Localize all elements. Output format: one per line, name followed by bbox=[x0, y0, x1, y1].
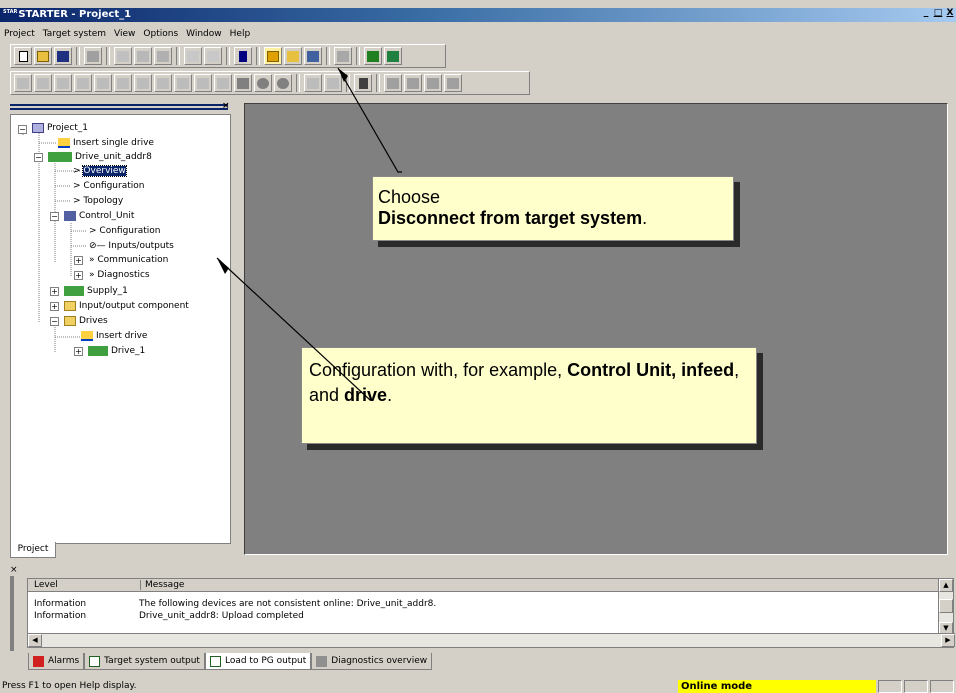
online-mode-indicator: Online mode bbox=[678, 680, 876, 693]
arrow-configuration bbox=[216, 257, 372, 401]
tab-target-system-output[interactable]: Target system output bbox=[84, 653, 205, 670]
status-bar: Press F1 to open Help display. Online mo… bbox=[0, 680, 956, 693]
output-window: Level Message Information The following … bbox=[27, 578, 955, 648]
output-grip[interactable] bbox=[10, 576, 14, 651]
status-cell bbox=[904, 680, 928, 693]
tab-load-to-pg-output[interactable]: Load to PG output bbox=[204, 653, 312, 670]
scroll-left-icon[interactable]: ◀ bbox=[28, 634, 42, 647]
column-level[interactable]: Level bbox=[34, 580, 58, 590]
status-cell bbox=[930, 680, 954, 693]
column-message[interactable]: Message bbox=[140, 580, 184, 590]
arrow-disconnect bbox=[337, 67, 402, 173]
scroll-up-icon[interactable]: ▲ bbox=[939, 579, 953, 592]
output-tabs: Alarms Target system output Load to PG o… bbox=[28, 653, 433, 670]
output-row[interactable]: Information Drive_unit_addr8: Upload com… bbox=[34, 611, 304, 621]
status-help-text: Press F1 to open Help display. bbox=[2, 681, 137, 691]
scroll-thumb[interactable] bbox=[939, 599, 953, 613]
table-icon bbox=[209, 655, 221, 667]
tab-alarms[interactable]: Alarms bbox=[28, 653, 85, 670]
alarm-icon bbox=[33, 655, 44, 667]
output-header: Level Message bbox=[28, 579, 938, 592]
diagnostics-icon bbox=[316, 655, 328, 667]
horizontal-scrollbar[interactable]: ◀ ▶ bbox=[28, 633, 955, 647]
tab-diagnostics-overview[interactable]: Diagnostics overview bbox=[311, 653, 433, 670]
arrowhead-icon bbox=[338, 68, 348, 82]
output-row[interactable]: Information The following devices are no… bbox=[34, 599, 436, 609]
arrowhead-icon bbox=[217, 258, 229, 274]
status-cell bbox=[878, 680, 902, 693]
scroll-right-icon[interactable]: ▶ bbox=[941, 634, 955, 647]
output-close-icon[interactable]: × bbox=[10, 565, 18, 575]
vertical-scrollbar[interactable]: ▲ ▼ bbox=[938, 579, 953, 635]
table-icon bbox=[89, 655, 101, 667]
